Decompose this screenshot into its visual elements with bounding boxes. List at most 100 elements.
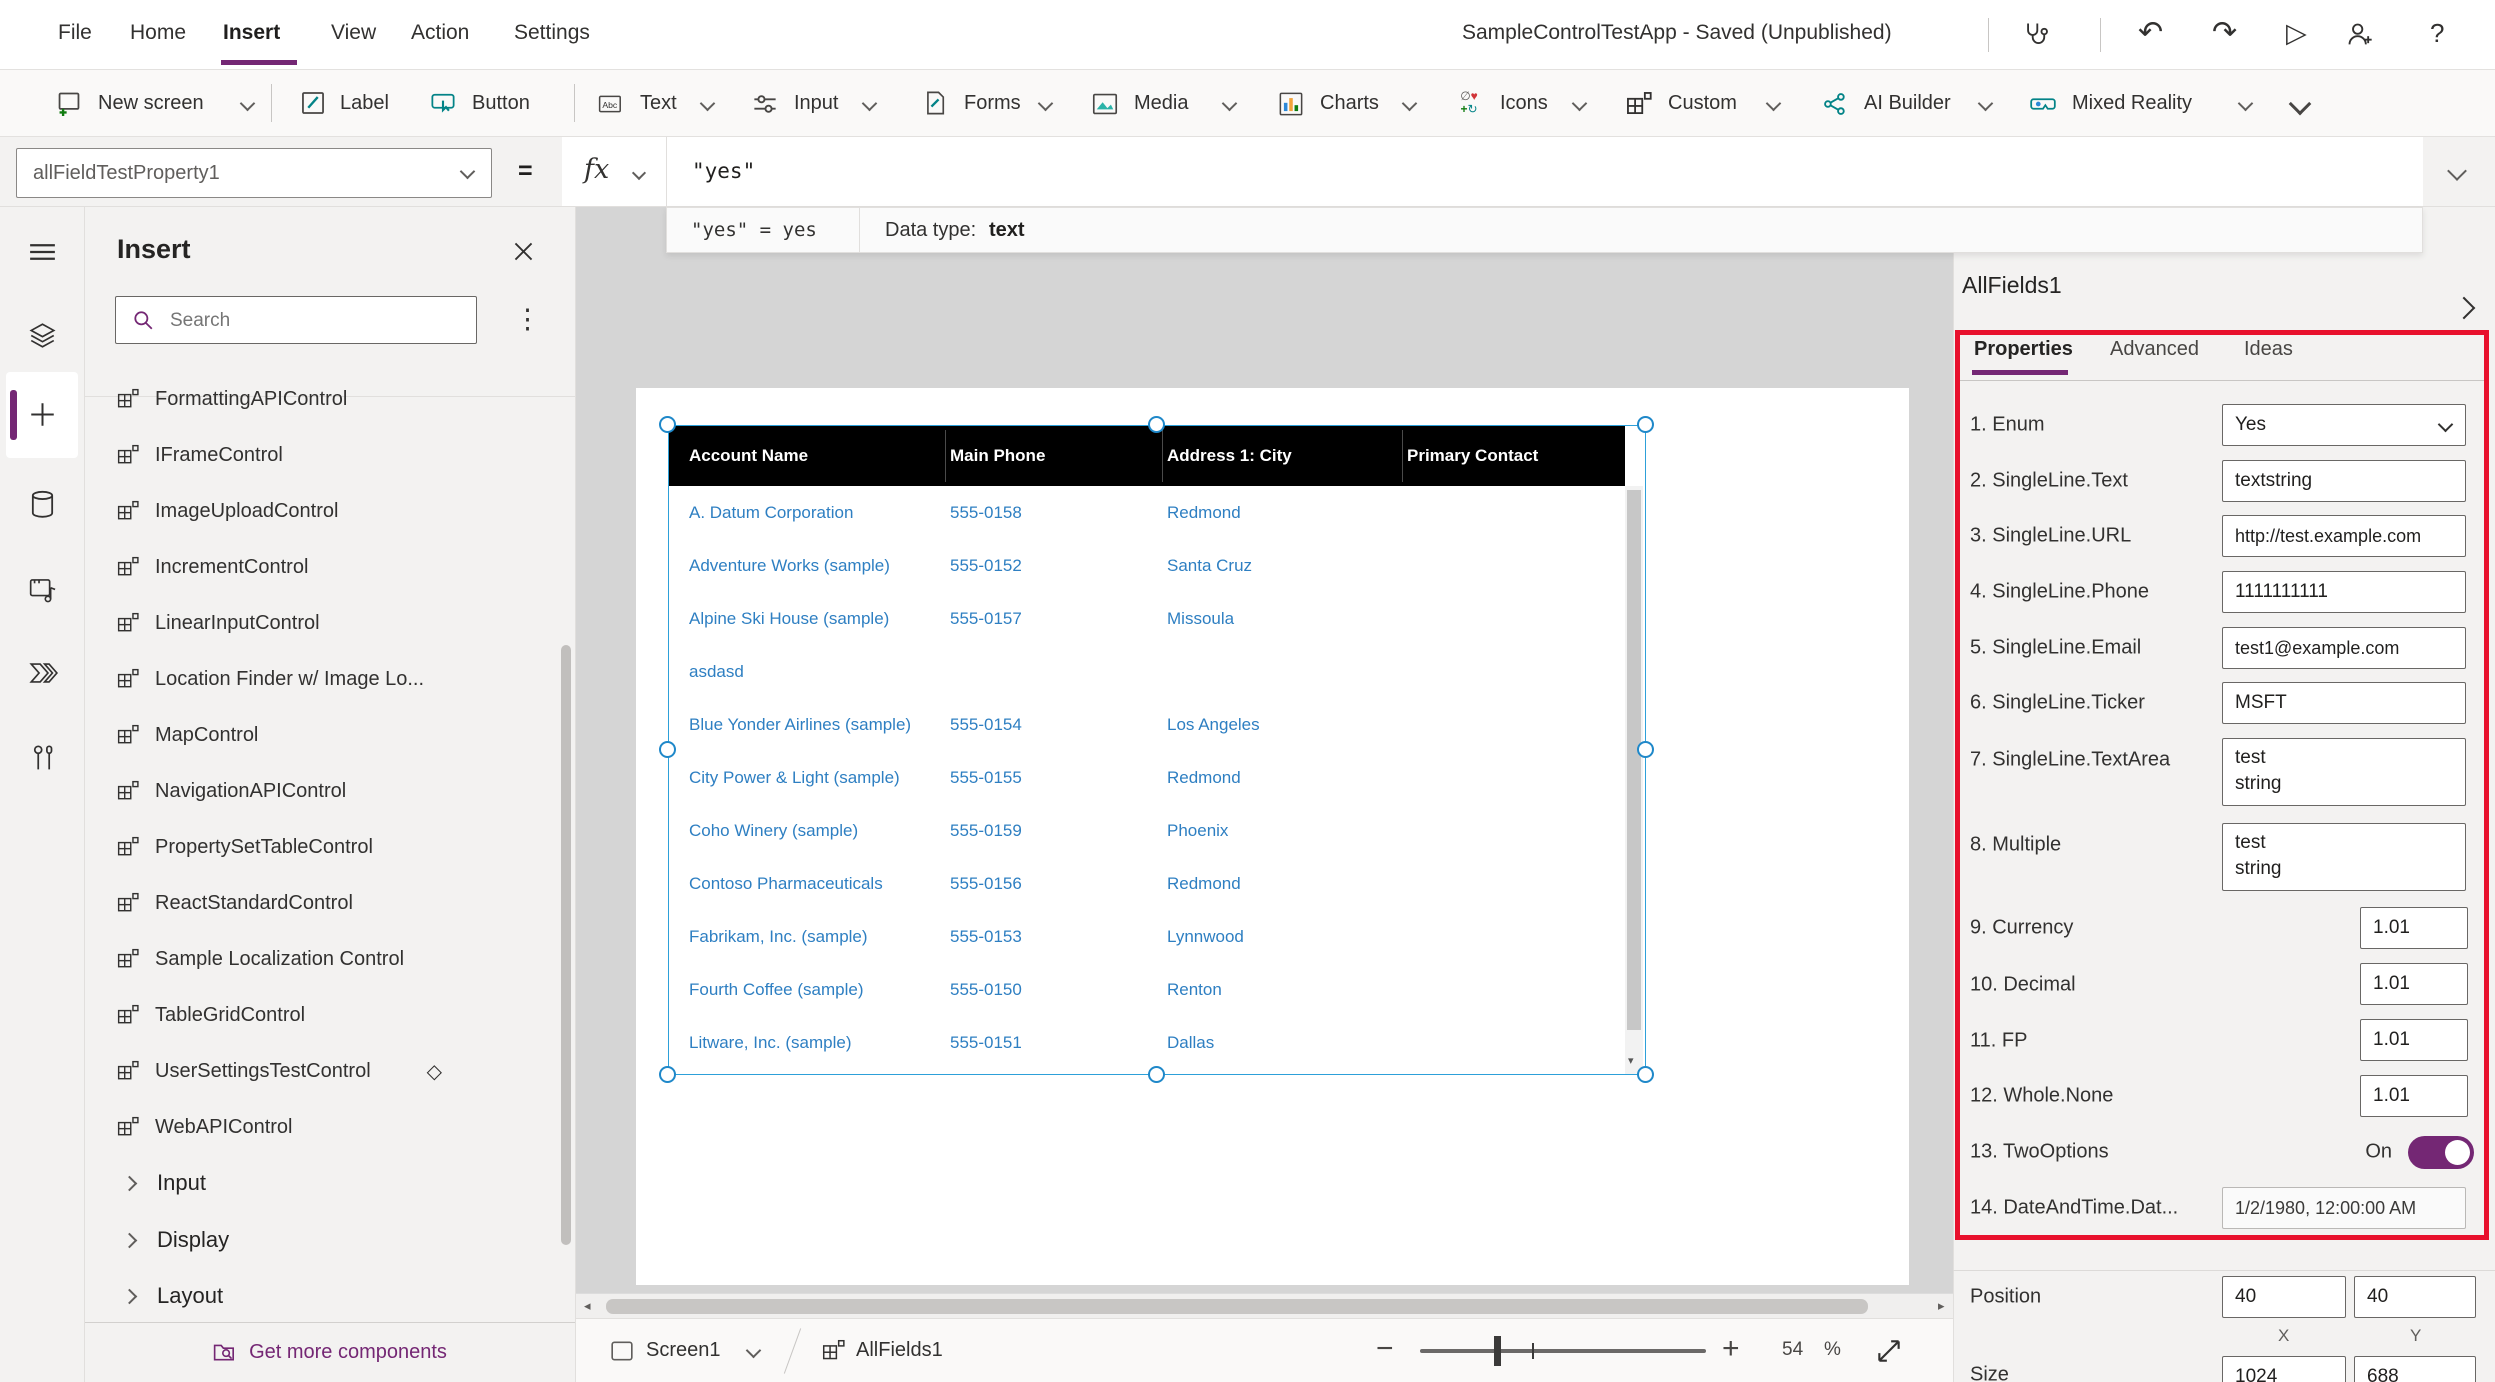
menu-view[interactable]: View [331,0,376,66]
list-item-iframecontrol[interactable]: IFrameControl [84,427,560,483]
list-item-location-finder[interactable]: Location Finder w/ Image Lo... [84,651,560,707]
ribbon-icons[interactable]: Icons [1500,70,1548,137]
panel-kebab-icon[interactable]: ⋮ [514,296,541,344]
field-singleline-ticker-input[interactable]: MSFT [2222,682,2466,724]
fit-to-window-icon[interactable] [1874,1336,1904,1366]
list-item-imageuploadcontrol[interactable]: ImageUploadControl [84,483,560,539]
selection-handle-bottom-center[interactable] [1148,1066,1165,1083]
field-decimal-input[interactable]: 1.01 [2360,963,2468,1005]
insert-plus-icon[interactable] [29,401,56,428]
help-icon[interactable]: ? [2430,0,2444,70]
hamburger-menu-icon[interactable] [29,240,56,264]
scroll-left-arrow-icon[interactable]: ◂ [584,1294,591,1318]
allfields-table-control[interactable]: Account Name Main Phone Address 1: City … [668,425,1646,1075]
ribbon-button[interactable]: Button [472,70,530,137]
size-width-input[interactable]: 1024 [2222,1356,2346,1382]
ribbon-ai-builder[interactable]: AI Builder [1864,70,1951,137]
ribbon-media[interactable]: Media [1134,70,1188,137]
selection-handle-top-right[interactable] [1637,416,1654,433]
undo-icon[interactable]: ↶ [2138,0,2163,70]
search-box[interactable] [115,296,477,344]
close-icon[interactable] [512,240,535,263]
ribbon-charts[interactable]: Charts [1320,70,1379,137]
ribbon-new-screen[interactable]: New screen [98,70,204,137]
field-singleline-text-input[interactable]: textstring [2222,460,2466,502]
chevron-down-icon[interactable] [746,1343,762,1359]
column-header[interactable]: Primary Contact [1407,426,1538,486]
menu-action[interactable]: Action [411,0,469,66]
field-singleline-phone-input[interactable]: 1111111111 [2222,571,2466,613]
ribbon-label[interactable]: Label [340,70,389,137]
power-automate-icon[interactable] [29,660,58,686]
preview-play-icon[interactable]: ▷ [2286,0,2307,70]
field-dateandtime-input[interactable]: 1/2/1980, 12:00:00 AM [2222,1187,2466,1229]
list-item-reactstandardcontrol[interactable]: ReactStandardControl [84,875,560,931]
ribbon-custom[interactable]: Custom [1668,70,1737,137]
ribbon-text[interactable]: Text [640,70,677,137]
list-item-usersettingstestcontrol[interactable]: UserSettingsTestControl ◇ [84,1043,560,1099]
list-item-formattingapicontrol[interactable]: FormattingAPIControl [84,371,560,427]
get-more-components-link[interactable]: Get more components [85,1322,575,1382]
field-whole-none-input[interactable]: 1.01 [2360,1075,2468,1117]
app-checker-icon[interactable] [2020,20,2050,50]
list-item-linearinputcontrol[interactable]: LinearInputControl [84,595,560,651]
selection-handle-bottom-left[interactable] [659,1066,676,1083]
field-enum-dropdown[interactable]: Yes [2222,404,2466,446]
tree-view-icon[interactable] [29,322,56,349]
menu-file[interactable]: File [58,0,92,66]
canvas-hscrollbar[interactable]: ◂ ▸ [576,1293,1953,1318]
field-singleline-email-input[interactable]: test1@example.com [2222,627,2466,669]
zoom-out-button[interactable]: − [1376,1319,1394,1379]
position-x-input[interactable]: 40 [2222,1276,2346,1318]
tab-properties[interactable]: Properties [1974,338,2073,361]
column-header[interactable]: Account Name [689,426,808,486]
list-item-incrementcontrol[interactable]: IncrementControl [84,539,560,595]
scroll-right-arrow-icon[interactable]: ▸ [1938,1294,1945,1318]
share-user-icon[interactable] [2346,21,2374,49]
position-y-input[interactable]: 40 [2354,1276,2476,1318]
selection-handle-bottom-right[interactable] [1637,1066,1654,1083]
tab-ideas[interactable]: Ideas [2244,338,2293,361]
table-scrollbar-thumb[interactable] [1627,490,1641,1030]
property-selector[interactable]: allFieldTestProperty1 [16,148,492,198]
field-fp-input[interactable]: 1.01 [2360,1019,2468,1061]
zoom-slider-track[interactable] [1420,1349,1706,1353]
column-header[interactable]: Address 1: City [1167,426,1292,486]
ribbon-input[interactable]: Input [794,70,838,137]
selection-handle-mid-left[interactable] [659,741,676,758]
canvas-hscrollbar-thumb[interactable] [606,1299,1868,1314]
field-multiple-input[interactable]: test string [2222,823,2466,891]
data-sources-icon[interactable] [29,490,56,519]
breadcrumb-screen[interactable]: Screen1 [646,1319,721,1381]
ribbon-mixed-reality[interactable]: Mixed Reality [2072,70,2192,137]
media-rail-icon[interactable] [29,576,58,604]
tab-advanced[interactable]: Advanced [2110,338,2199,361]
selection-handle-top-left[interactable] [659,416,676,433]
zoom-in-button[interactable]: + [1722,1319,1740,1379]
twooptions-toggle[interactable] [2408,1136,2474,1169]
list-item-propertysettablecontrol[interactable]: PropertySetTableControl [84,819,560,875]
ribbon-forms[interactable]: Forms [964,70,1021,137]
size-height-input[interactable]: 688 [2354,1356,2476,1382]
list-item-mapcontrol[interactable]: MapControl [84,707,560,763]
section-display[interactable]: Display [84,1212,560,1268]
zoom-slider-thumb[interactable] [1494,1336,1501,1366]
list-item-tablegridcontrol[interactable]: TableGridControl [84,987,560,1043]
menu-insert[interactable]: Insert [223,0,280,66]
column-header[interactable]: Main Phone [950,426,1045,486]
selection-handle-top-center[interactable] [1148,416,1165,433]
breadcrumb-control[interactable]: AllFields1 [856,1319,943,1381]
list-item-sample-localization[interactable]: Sample Localization Control [84,931,560,987]
menu-home[interactable]: Home [130,0,186,66]
fx-button[interactable]: fx [584,137,609,207]
menu-settings[interactable]: Settings [514,0,590,66]
list-item-webapicontrol[interactable]: WebAPIControl [84,1099,560,1155]
section-input[interactable]: Input [84,1155,560,1211]
section-layout[interactable]: Layout [84,1268,560,1324]
scroll-down-arrow-icon[interactable]: ▾ [1628,1054,1634,1067]
search-input[interactable] [168,299,472,343]
table-scrollbar-track[interactable]: ▾ [1625,486,1643,1074]
field-singleline-textarea-input[interactable]: test string [2222,738,2466,806]
field-currency-input[interactable]: 1.01 [2360,907,2468,949]
field-singleline-url-input[interactable]: http://test.example.com [2222,515,2466,557]
